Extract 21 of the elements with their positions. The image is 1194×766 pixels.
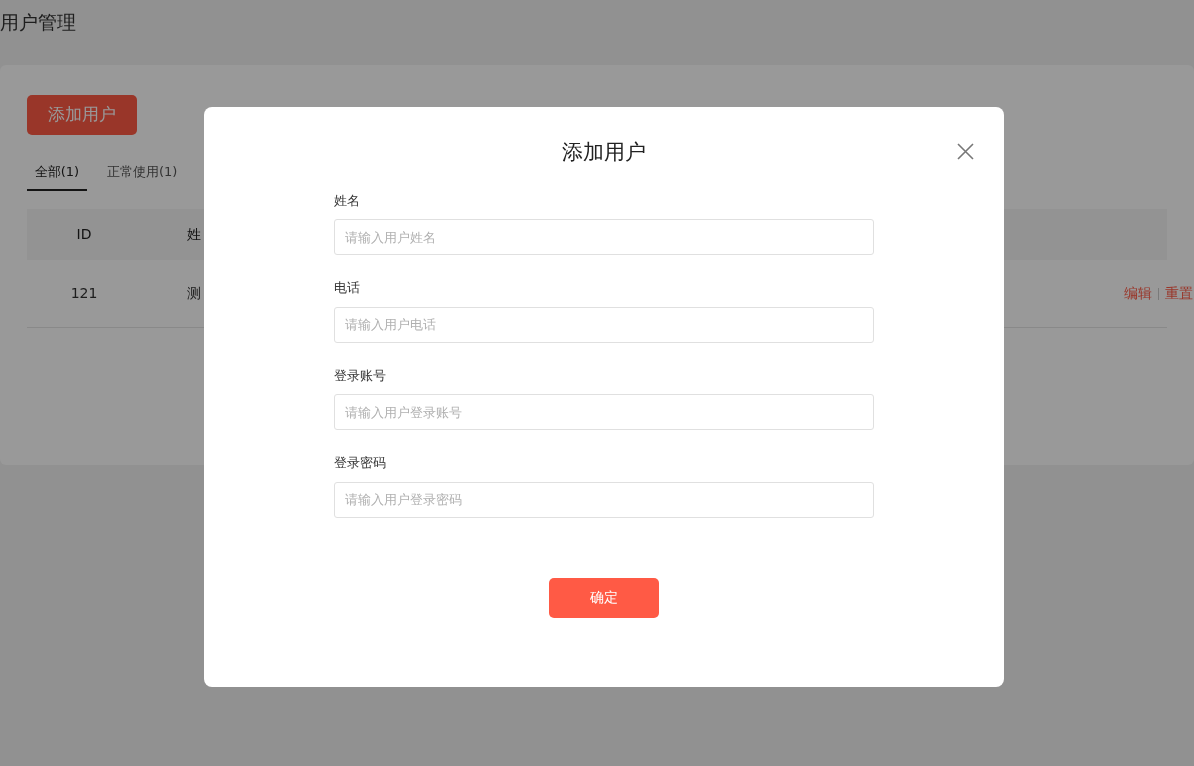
column-header: 姓 [187, 225, 202, 244]
input-field[interactable]: 请输入用户电话 [334, 306, 874, 343]
input-field[interactable]: 请输入用户登录密码 [334, 481, 874, 518]
filter-tab[interactable]: 正常使用(1) [107, 155, 178, 191]
input-field[interactable]: 请输入用户姓名 [334, 219, 874, 255]
column-header: ID [75, 225, 93, 244]
page-title: 用户管理 [0, 11, 76, 33]
input-field[interactable]: 请输入用户登录账号 [334, 394, 874, 430]
field-label: 登录密码 [334, 454, 387, 472]
field-label: 登录账号 [334, 366, 387, 385]
filter-tab[interactable]: 全部(1) [27, 155, 87, 191]
field-label: 电话 [334, 279, 361, 297]
confirm-button[interactable]: 确定 [549, 577, 659, 618]
close-icon[interactable] [957, 143, 974, 160]
row-action-link[interactable]: 编辑 [1124, 283, 1152, 304]
add-user-button[interactable]: 添加用户 [27, 95, 137, 135]
table-cell-text: 测 [187, 284, 202, 303]
dialog-title: 添加用户 [562, 139, 646, 166]
table-cell-text: 121 [69, 284, 99, 303]
row-action-link[interactable]: 重置 [1165, 283, 1193, 304]
field-label: 姓名 [334, 191, 361, 210]
